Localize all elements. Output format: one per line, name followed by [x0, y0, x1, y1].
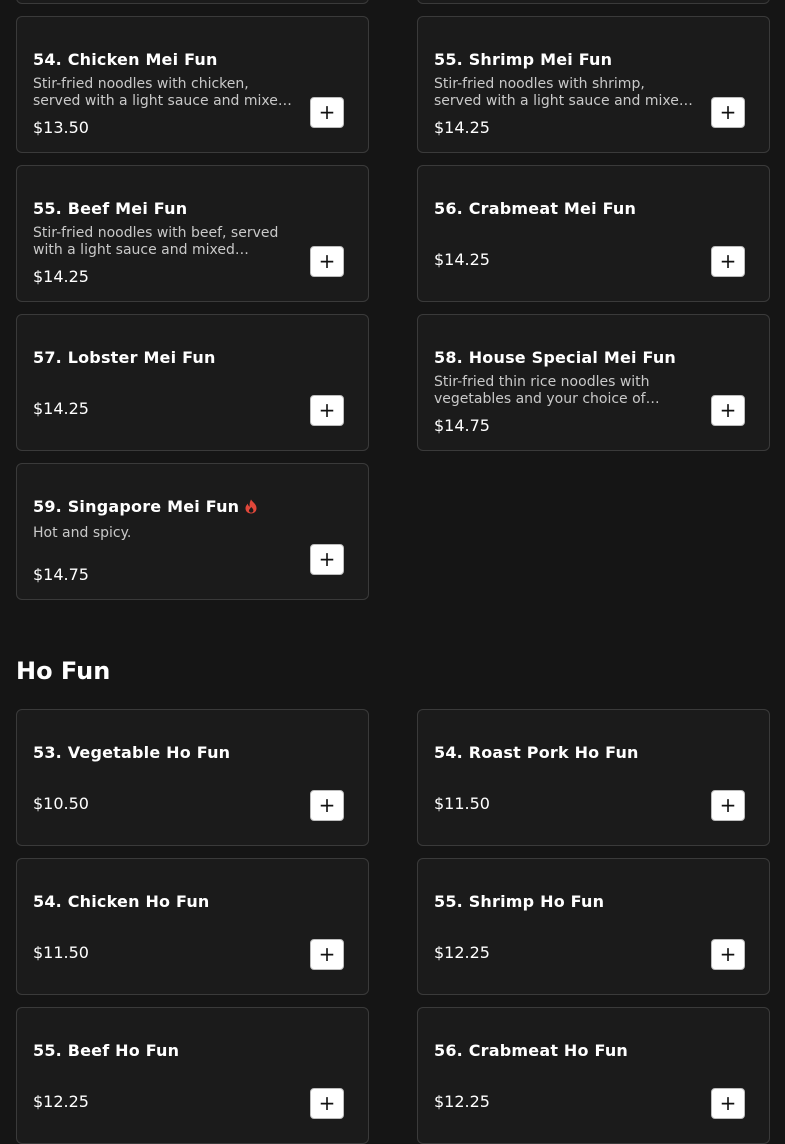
menu-item-name: 59. Singapore Mei Fun: [33, 497, 240, 516]
menu-item-card[interactable]: 58. House Special Mei Fun Stir-fried thi…: [417, 314, 770, 451]
add-to-cart-button[interactable]: +: [711, 790, 745, 821]
section-heading: Ho Fun: [16, 657, 111, 685]
menu-item-card[interactable]: 57. Lobster Mei Fun $14.25 +: [16, 314, 369, 451]
menu-item-card[interactable]: 55. Shrimp Mei Fun Stir-fried noodles wi…: [417, 16, 770, 153]
menu-item-name: 55. Beef Mei Fun: [33, 199, 188, 218]
menu-item-name: 55. Beef Ho Fun: [33, 1041, 180, 1060]
menu-item-card[interactable]: 59. Singapore Mei Fun Hot and spicy. $14…: [16, 463, 369, 600]
menu-item-card[interactable]: 54. Chicken Ho Fun $11.50 +: [16, 858, 369, 995]
menu-item-name: 57. Lobster Mei Fun: [33, 348, 216, 367]
menu-item-card[interactable]: 55. Beef Mei Fun Stir-fried noodles with…: [16, 165, 369, 302]
add-to-cart-button[interactable]: +: [310, 97, 344, 128]
menu-item-name: 56. Crabmeat Mei Fun: [434, 199, 637, 218]
add-to-cart-button[interactable]: +: [711, 395, 745, 426]
menu-item-name: 54. Roast Pork Ho Fun: [434, 743, 639, 762]
menu-item-name: 54. Chicken Mei Fun: [33, 50, 218, 69]
menu-item-card-partial[interactable]: [417, 0, 770, 4]
menu-item-description: Stir-fried noodles with chicken, served …: [33, 76, 287, 109]
menu-item-description: Stir-fried thin rice noodles with vegeta…: [434, 374, 650, 407]
menu-item-price: $14.25: [33, 399, 89, 418]
add-to-cart-button[interactable]: +: [310, 939, 344, 970]
add-to-cart-button[interactable]: +: [711, 1088, 745, 1119]
menu-item-description: Hot and spicy.: [33, 525, 132, 541]
menu-item-price: $14.75: [33, 565, 89, 584]
add-to-cart-button[interactable]: +: [711, 939, 745, 970]
menu-item-name: 55. Shrimp Ho Fun: [434, 892, 605, 911]
menu-item-price: $14.25: [434, 118, 490, 137]
menu-item-name: 55. Shrimp Mei Fun: [434, 50, 613, 69]
menu-item-price: $11.50: [33, 943, 89, 962]
menu-item-price: $13.50: [33, 118, 89, 137]
add-to-cart-button[interactable]: +: [711, 246, 745, 277]
menu-item-name: 53. Vegetable Ho Fun: [33, 743, 231, 762]
menu-item-name: 54. Chicken Ho Fun: [33, 892, 210, 911]
menu-item-price: $12.25: [434, 943, 490, 962]
menu-item-card[interactable]: 56. Crabmeat Ho Fun $12.25 +: [417, 1007, 770, 1144]
menu-item-price: $14.25: [434, 250, 490, 269]
add-to-cart-button[interactable]: +: [310, 544, 344, 575]
menu-item-name: 58. House Special Mei Fun: [434, 348, 677, 367]
menu-item-name: 56. Crabmeat Ho Fun: [434, 1041, 629, 1060]
menu-item-price: $10.50: [33, 794, 89, 813]
menu-item-card[interactable]: 55. Beef Ho Fun $12.25 +: [16, 1007, 369, 1144]
menu-item-name-row: 59. Singapore Mei Fun: [33, 497, 258, 516]
add-to-cart-button[interactable]: +: [310, 395, 344, 426]
menu-item-price: $12.25: [33, 1092, 89, 1111]
add-to-cart-button[interactable]: +: [310, 1088, 344, 1119]
add-to-cart-button[interactable]: +: [310, 790, 344, 821]
add-to-cart-button[interactable]: +: [711, 97, 745, 128]
menu-item-price: $14.25: [33, 267, 89, 286]
menu-item-price: $14.75: [434, 416, 490, 435]
menu-item-card[interactable]: 54. Roast Pork Ho Fun $11.50 +: [417, 709, 770, 846]
menu-item-card-partial[interactable]: [16, 0, 369, 4]
menu-item-price: $12.25: [434, 1092, 490, 1111]
menu-item-description: Stir-fried noodles with beef, served wit…: [33, 225, 279, 258]
menu-item-description: Stir-fried noodles with shrimp, served w…: [434, 76, 688, 109]
add-to-cart-button[interactable]: +: [310, 246, 344, 277]
menu-item-card[interactable]: 55. Shrimp Ho Fun $12.25 +: [417, 858, 770, 995]
menu-item-card[interactable]: 56. Crabmeat Mei Fun $14.25 +: [417, 165, 770, 302]
menu-item-card[interactable]: 54. Chicken Mei Fun Stir-fried noodles w…: [16, 16, 369, 153]
menu-item-card[interactable]: 53. Vegetable Ho Fun $10.50 +: [16, 709, 369, 846]
flame-icon: [244, 499, 258, 514]
menu-item-price: $11.50: [434, 794, 490, 813]
